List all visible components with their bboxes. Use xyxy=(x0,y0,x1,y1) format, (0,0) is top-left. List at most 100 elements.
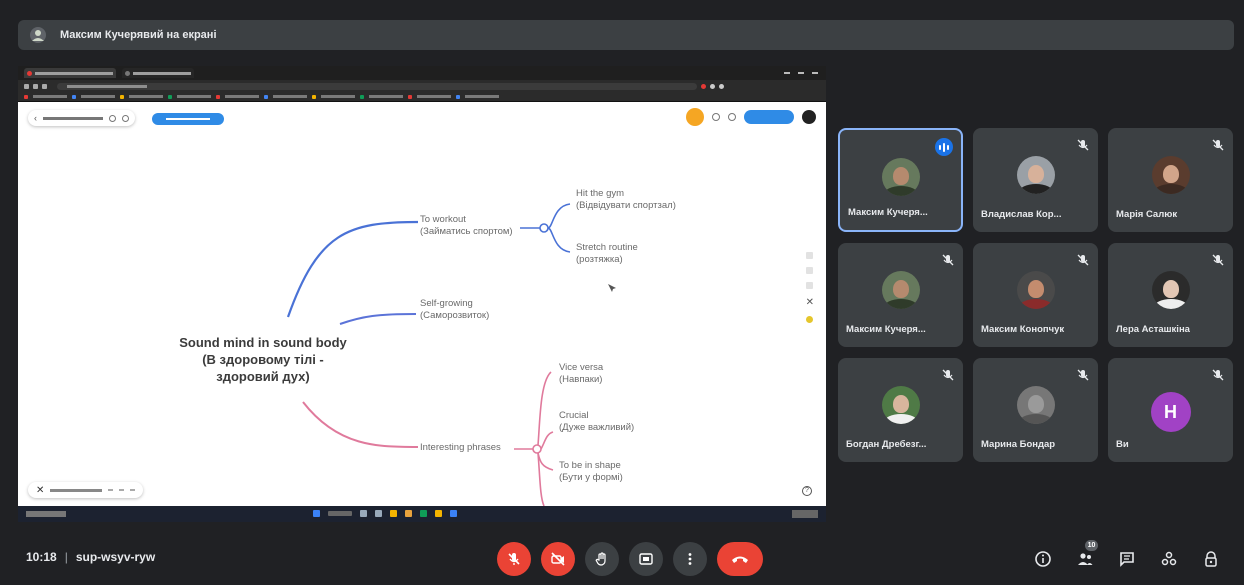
people-button[interactable]: 10 xyxy=(1074,540,1098,570)
participant-name: Максим Кучеря... xyxy=(848,207,928,218)
more-options-icon xyxy=(688,553,692,565)
node-line: (Навпаки) xyxy=(559,374,603,385)
more-options-button[interactable] xyxy=(673,542,707,576)
end-call-icon xyxy=(732,556,748,563)
avatar xyxy=(881,158,920,196)
mic-off-icon xyxy=(1077,254,1089,266)
avatar xyxy=(1016,156,1055,194)
node-line: (Саморозвиток) xyxy=(420,310,490,321)
participant-tile[interactable]: Богдан Дребезг... xyxy=(838,358,963,462)
node-line: Self-growing xyxy=(420,298,473,309)
presenting-banner: Максим Кучерявий на екрані xyxy=(18,20,1234,50)
mindmap-node-phrases: Interesting phrases xyxy=(420,442,501,454)
mindmap-node-workout: To workout (Займатись спортом) xyxy=(420,214,513,238)
mic-toggle-button[interactable] xyxy=(497,542,531,576)
avatar xyxy=(881,386,920,424)
participant-name: Марія Салюк xyxy=(1116,209,1178,220)
participant-tile[interactable]: Владислав Кор... xyxy=(973,128,1098,232)
meeting-time: 10:18 xyxy=(26,550,57,564)
root-line: (В здоровому тілі - xyxy=(202,352,324,367)
participant-tile[interactable]: Максим Кучеря... xyxy=(838,243,963,347)
info-button[interactable] xyxy=(1032,548,1054,570)
participant-tile[interactable]: Максим Кучеря... xyxy=(838,128,963,232)
mindmap-node-shape: To be in shape (Бути у формі) xyxy=(559,460,623,484)
participant-name: Максим Кучеря... xyxy=(846,324,926,335)
participant-tile[interactable]: Марина Бондар xyxy=(973,358,1098,462)
host-controls-icon xyxy=(1205,551,1217,567)
avatar xyxy=(1151,271,1190,309)
avatar xyxy=(881,271,920,309)
meeting-code[interactable]: sup-wsyv-ryw xyxy=(76,550,155,564)
host-controls-button[interactable] xyxy=(1200,548,1222,570)
participant-name: Ви xyxy=(1116,439,1129,450)
participant-name: Марина Бондар xyxy=(981,439,1056,450)
node-line: (Відвідувати спортзал) xyxy=(576,200,676,211)
browser-tab xyxy=(122,68,194,78)
mindmap-node-selfgrowing: Self-growing (Саморозвиток) xyxy=(420,298,489,322)
meet-window: Максим Кучерявий на екрані ‹ Sound mind … xyxy=(0,0,1244,585)
participant-name: Богдан Дребезг... xyxy=(846,439,927,450)
participant-name: Максим Конопчук xyxy=(981,324,1065,335)
info-icon xyxy=(1035,551,1051,567)
windows-taskbar xyxy=(18,506,826,522)
chat-button[interactable] xyxy=(1116,548,1138,570)
mindmap-node-gym: Hit the gym (Відвідувати спортзал) xyxy=(576,188,676,212)
mic-off-icon xyxy=(1212,139,1224,151)
node-line: (розтяжка) xyxy=(576,254,623,265)
activities-button[interactable] xyxy=(1158,548,1180,570)
mindmap-root-node: Sound mind in sound body (В здоровому ті… xyxy=(168,334,358,385)
browser-tab xyxy=(24,68,116,78)
avatar xyxy=(1016,386,1055,424)
participant-tile-self[interactable]: H Ви xyxy=(1108,358,1233,462)
speaking-indicator-icon xyxy=(935,138,953,156)
mindmap-node-stretch: Stretch routine (розтяжка) xyxy=(576,242,638,266)
presenting-label: Максим Кучерявий на екрані xyxy=(60,29,217,41)
participant-name: Лера Асташкіна xyxy=(1116,324,1190,335)
node-line: (Дуже важливий) xyxy=(559,422,635,433)
node-line: Interesting phrases xyxy=(420,442,501,453)
participant-name: Владислав Кор... xyxy=(981,209,1062,220)
present-icon xyxy=(639,553,653,565)
participant-tile[interactable]: Лера Асташкіна xyxy=(1108,243,1233,347)
mindmap-side-tools: ✕ xyxy=(806,252,814,323)
mindmap-node-vice: Vice versa (Навпаки) xyxy=(559,362,603,386)
root-line: здоровий дух) xyxy=(216,369,310,384)
mindmap-canvas: ‹ Sound mind in sound body (В здоровому … xyxy=(18,102,826,506)
activities-icon xyxy=(1161,551,1177,566)
call-controls xyxy=(497,542,763,576)
present-button[interactable] xyxy=(629,542,663,576)
side-panel-controls: 10 xyxy=(1032,540,1222,570)
root-line: Sound mind in sound body xyxy=(179,335,347,350)
window-controls xyxy=(784,72,826,74)
raise-hand-button[interactable] xyxy=(585,542,619,576)
camera-toggle-button[interactable] xyxy=(541,542,575,576)
mic-off-icon xyxy=(508,553,520,565)
raise-hand-icon xyxy=(595,552,606,566)
people-icon xyxy=(1078,553,1093,565)
meeting-separator: | xyxy=(64,550,68,564)
avatar xyxy=(1151,156,1190,194)
help-icon: ? xyxy=(802,486,812,496)
node-line: Crucial xyxy=(559,410,589,421)
node-line: (Бути у формі) xyxy=(559,472,623,483)
node-line: Vice versa xyxy=(559,362,604,373)
browser-address-bar xyxy=(18,80,826,92)
mic-off-icon xyxy=(1212,254,1224,266)
end-call-button[interactable] xyxy=(717,542,763,576)
browser-tab-strip xyxy=(18,66,826,80)
node-line: To workout xyxy=(420,214,466,225)
mic-off-icon xyxy=(1077,139,1089,151)
avatar: H xyxy=(1150,392,1191,432)
mic-off-icon xyxy=(1212,369,1224,381)
mic-off-icon xyxy=(942,254,954,266)
participant-tile[interactable]: Марія Салюк xyxy=(1108,128,1233,232)
close-icon: ✕ xyxy=(805,297,814,308)
control-bar: 10:18 | sup-wsyv-ryw 10 xyxy=(0,534,1244,585)
participants-count-badge: 10 xyxy=(1085,540,1098,551)
mindmap-node-crucial: Crucial (Дуже важливий) xyxy=(559,410,634,434)
participant-tile[interactable]: Максим Конопчук xyxy=(973,243,1098,347)
node-line: To be in shape xyxy=(559,460,621,471)
node-line: Hit the gym xyxy=(576,188,625,199)
chat-icon xyxy=(1120,552,1134,567)
mic-off-icon xyxy=(942,369,954,381)
